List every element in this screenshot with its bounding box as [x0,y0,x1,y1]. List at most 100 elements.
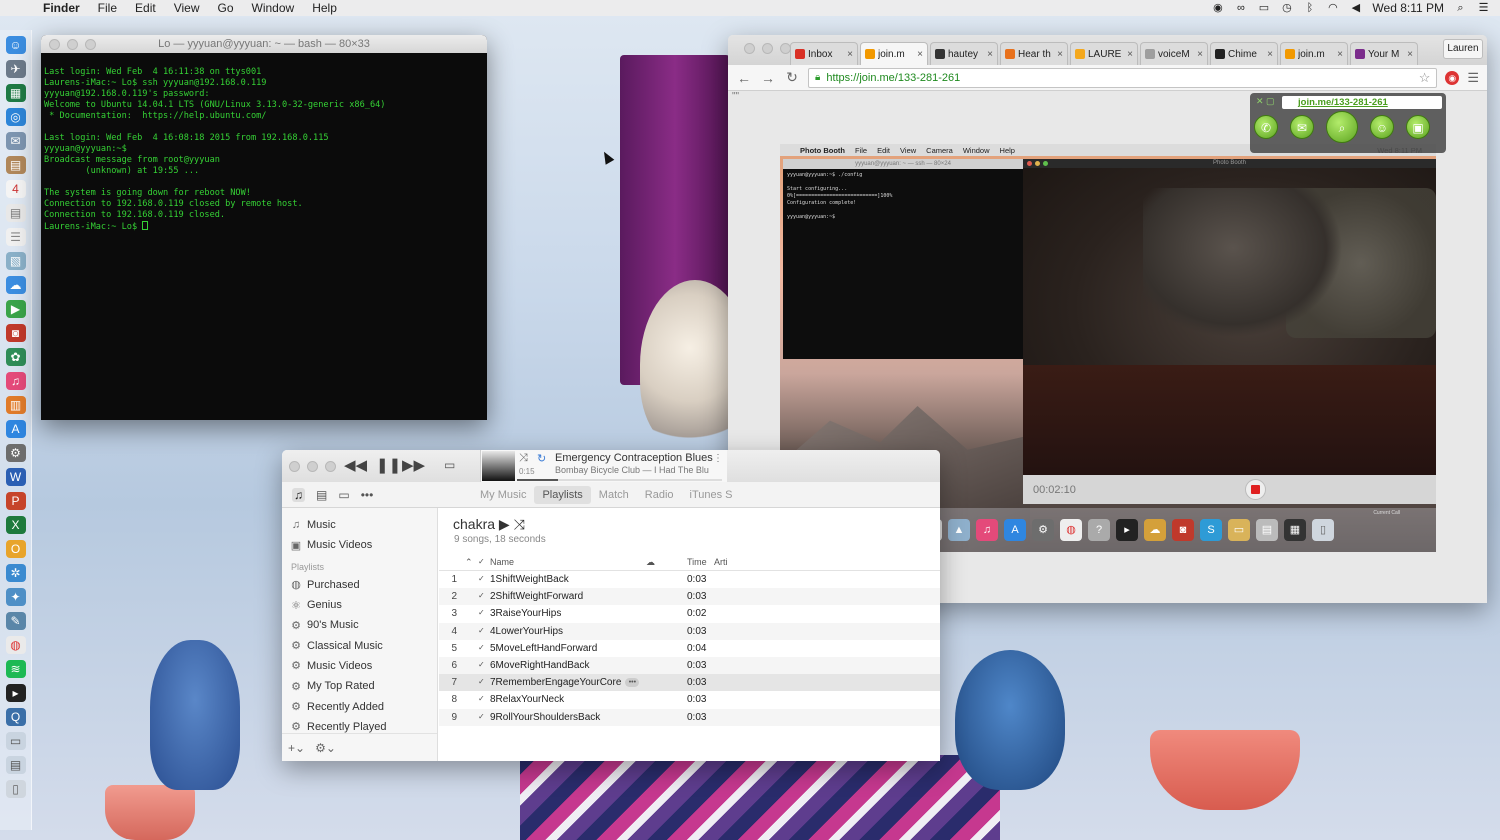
wifi-icon[interactable]: ◠ [1326,2,1339,14]
close-icon[interactable]: × [847,49,853,60]
clock[interactable]: Wed 8:11 PM [1372,1,1444,15]
volume-icon[interactable]: ◀ [1349,2,1362,14]
close-icon[interactable]: × [1267,49,1273,60]
chrome-menu-icon[interactable]: ☰ [1467,70,1479,86]
outlook-icon[interactable]: O [5,540,26,558]
preview-icon[interactable]: ▧ [5,252,26,270]
folder-icon[interactable]: ▭ [5,732,26,750]
mail-icon[interactable]: ✉ [5,132,26,150]
browser-tab[interactable]: Hear th × [1000,42,1068,65]
browser-tab[interactable]: Chime × [1210,42,1278,65]
track-checkbox[interactable]: ✓ [478,712,488,721]
reminders-icon[interactable]: ☰ [5,228,26,246]
music-kind-icon[interactable]: ♫ [292,487,305,502]
view-match[interactable]: Match [591,486,637,504]
menu-edit[interactable]: Edit [126,1,165,15]
add-playlist-icon[interactable]: +⌄ [288,741,305,755]
browser-tab[interactable]: Your M × [1350,42,1418,65]
network-icon[interactable]: ✲ [5,564,26,582]
maps-icon[interactable]: ✦ [5,588,26,606]
terminal-output[interactable]: Last login: Wed Feb 4 16:11:38 on ttys00… [41,53,487,258]
iphoto-icon[interactable]: ✿ [5,348,26,366]
profile-button[interactable]: Lauren [1443,39,1483,59]
facetime-icon[interactable]: ▶ [5,300,26,318]
photo-booth-icon[interactable]: ◙ [5,324,26,342]
call-icon[interactable]: ✆ [1254,115,1278,139]
table-row[interactable]: 3 ✓ 3RaiseYourHips 0:02 [439,605,940,622]
sort-indicator-icon[interactable]: ⌃ [465,557,473,568]
address-bar[interactable]: 🔒︎ https://join.me/133-281-261 ☆ [808,67,1438,88]
close-icon[interactable]: × [1057,49,1063,60]
zoom-magnifier-icon[interactable]: ⌕ [1326,111,1358,143]
forward-icon[interactable]: → [760,70,776,86]
close-icon[interactable]: × [1197,49,1203,60]
browser-tab[interactable]: join.m × [1280,42,1348,65]
downloads-icon[interactable]: ▤ [5,756,26,774]
view-itunes-store[interactable]: iTunes S [682,486,741,504]
minimize-icon[interactable] [307,460,318,472]
table-row[interactable]: 8 ✓ 8RelaxYourNeck 0:03 [439,691,940,708]
view-playlists[interactable]: Playlists [534,485,591,504]
zoom-icon[interactable] [325,460,336,472]
terminal-prompt-line[interactable]: Laurens-iMac:~ Lo$ [44,221,484,233]
shuffle-icon[interactable]: ⤨ [519,452,528,465]
browser-tab[interactable]: voiceM × [1140,42,1208,65]
column-check[interactable]: ✓ [478,557,488,566]
table-row[interactable]: 1 ✓ 1ShiftWeightBack 0:03 [439,571,940,588]
address-url[interactable]: https://join.me/133-281-261 [826,72,960,84]
time-machine-icon[interactable]: ◷ [1280,2,1293,14]
table-row[interactable]: 9 ✓ 9RollYourShouldersBack 0:03 [439,708,940,726]
sidebar-item-music-videos[interactable]: ▣ Music Videos [282,535,437,555]
more-options-icon[interactable]: ••• [625,678,640,688]
reload-icon[interactable]: ↻ [784,69,800,86]
menu-go[interactable]: Go [209,1,243,15]
movies-kind-icon[interactable]: ▤ [316,488,327,502]
table-row[interactable]: 6 ✓ 6MoveRightHandBack 0:03 [439,656,940,675]
column-artist[interactable]: Arti [714,557,728,567]
menu-window[interactable]: Window [243,1,304,15]
menu-view[interactable]: View [165,1,209,15]
view-my-music[interactable]: My Music [472,486,534,504]
powerpoint-icon[interactable]: P [5,492,26,510]
browser-tab[interactable]: Inbox × [790,42,858,65]
terminal-window[interactable]: Lo — yyyuan@yyyuan: ~ — bash — 80×33 Las… [41,35,487,420]
track-checkbox[interactable]: ✓ [478,574,488,583]
table-row-selected[interactable]: 7 ✓ 7RememberEngageYourCore ••• 0:03 [439,674,940,692]
joinme-close-icon[interactable]: ✕ ▢ [1256,96,1275,107]
more-kinds-icon[interactable]: ••• [361,488,374,502]
settings-gear-icon[interactable]: ⚙⌄ [315,741,336,755]
chrome-icon[interactable]: ◍ [5,636,26,654]
next-track-icon[interactable]: ▶▶ [402,456,425,474]
zoom-icon[interactable] [780,43,791,54]
menu-file[interactable]: File [89,1,126,15]
column-name[interactable]: Name [490,557,514,567]
sidebar-item-classical-music[interactable]: ⚙ Classical Music [282,635,437,655]
track-checkbox[interactable]: ✓ [478,591,488,600]
sidebar-item-music-videos-playlist[interactable]: ⚙ Music Videos [282,656,437,676]
cloud-column-icon[interactable]: ☁ [646,557,655,568]
joinme-link[interactable]: join.me/133-281-261 [1282,96,1442,109]
ibooks-icon[interactable]: ▥ [5,396,26,414]
trash-icon[interactable]: ▯ [5,780,26,798]
terminal-titlebar[interactable]: Lo — yyyuan@yyyuan: ~ — bash — 80×33 [41,35,487,53]
track-checkbox[interactable]: ✓ [478,660,488,669]
itunes-icon[interactable]: ♫ [5,372,26,390]
column-time[interactable]: Time [687,557,707,567]
pause-icon[interactable]: ❚❚ [376,456,401,474]
airplay-icon[interactable]: ▭ [1257,2,1270,14]
sidebar-item-purchased[interactable]: ◍ Purchased [282,575,437,595]
table-row[interactable]: 5 ✓ 5MoveLeftHandForward 0:04 [439,640,940,657]
quicktime-icon[interactable]: Q [5,708,26,726]
messages-icon[interactable]: ☁ [5,276,26,294]
menu-app-finder[interactable]: Finder [34,1,89,15]
sidebar-item-music[interactable]: ♫ Music [282,515,437,535]
close-icon[interactable]: × [917,49,923,60]
close-icon[interactable]: × [1407,49,1413,60]
participants-icon[interactable]: ☺ [1370,115,1394,139]
album-art[interactable] [482,451,515,481]
launchpad-icon[interactable]: ✈ [5,60,26,78]
browser-tab[interactable]: LAURE × [1070,42,1138,65]
repeat-icon[interactable]: ↻ [537,452,546,465]
lock-session-icon[interactable]: ▣ [1406,115,1430,139]
close-icon[interactable] [289,460,300,472]
